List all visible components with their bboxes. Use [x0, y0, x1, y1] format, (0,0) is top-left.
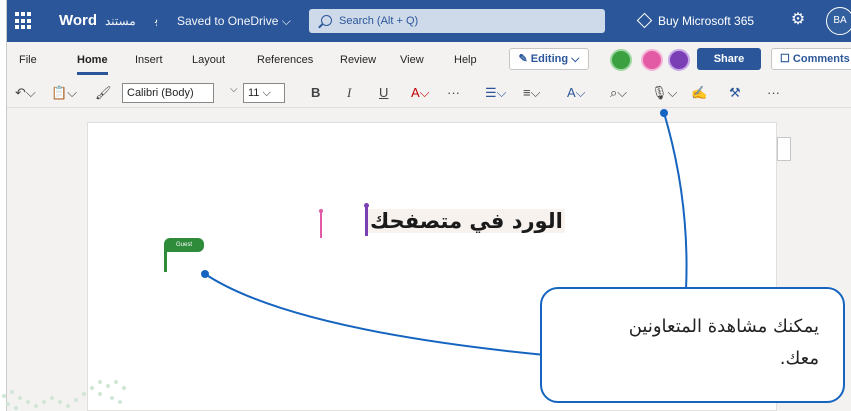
editing-mode-button[interactable]: ✎ Editing ⌵: [509, 48, 589, 70]
designer-icon[interactable]: ⚒: [729, 84, 741, 102]
diamond-icon: [636, 12, 653, 29]
chevron-down-icon[interactable]: ⌵: [230, 84, 238, 95]
search-box[interactable]: Search (Alt + Q): [309, 9, 605, 33]
tab-insert[interactable]: Insert: [135, 54, 163, 66]
comments-button[interactable]: ☐ Comments: [771, 48, 851, 70]
font-name-field[interactable]: Calibri (Body): [122, 83, 214, 103]
microphone-icon[interactable]: 🎙⌵: [651, 84, 677, 102]
search-placeholder: Search (Alt + Q): [339, 15, 419, 27]
align-button[interactable]: ≡⌵: [523, 84, 540, 102]
coauthoring-icon: ﭔ: [155, 14, 159, 26]
title-bar: Word مستند ﭔ Saved to OneDrive ⌵ Search …: [7, 0, 851, 42]
more-options-button[interactable]: ···: [767, 84, 780, 102]
tab-help[interactable]: Help: [454, 54, 477, 66]
tab-references[interactable]: References: [257, 54, 313, 66]
underline-button[interactable]: U: [379, 84, 388, 102]
avatar[interactable]: BA: [826, 7, 851, 35]
styles-button[interactable]: A⌵: [567, 84, 586, 102]
coauthor-avatar-pink[interactable]: [641, 49, 663, 71]
tab-layout[interactable]: Layout: [192, 54, 225, 66]
tab-file[interactable]: File: [19, 54, 37, 66]
save-status[interactable]: Saved to OneDrive ⌵: [177, 14, 291, 29]
search-icon: [321, 15, 332, 26]
page-scroll-marker[interactable]: [777, 137, 791, 161]
document-name[interactable]: مستند: [105, 14, 136, 28]
callout-text-line-2: معك.: [779, 348, 819, 369]
undo-icon[interactable]: ↶⌵: [15, 84, 36, 102]
share-button[interactable]: Share: [697, 48, 761, 70]
format-painter-icon[interactable]: 🖌: [95, 84, 112, 102]
collaborator-cursor-pink: [319, 209, 323, 238]
font-color-button[interactable]: A⌵: [411, 84, 430, 102]
buy-microsoft-365-link[interactable]: Buy Microsoft 365: [636, 12, 755, 29]
find-icon[interactable]: ⌕⌵: [610, 84, 627, 102]
app-launcher-icon[interactable]: [15, 12, 33, 30]
app-name: Word: [59, 12, 98, 29]
font-size-field[interactable]: 11 ⌵: [243, 83, 285, 103]
italic-button[interactable]: I: [347, 84, 351, 102]
more-font-options-button[interactable]: ···: [447, 84, 460, 102]
callout-text-line-1: يمكنك مشاهدة المتعاونين: [628, 316, 819, 337]
coauthor-avatar-green[interactable]: [610, 49, 632, 71]
document-text[interactable]: الورد في متصفحك: [368, 209, 565, 233]
editor-icon[interactable]: ✍: [691, 84, 707, 102]
tab-view[interactable]: View: [400, 54, 424, 66]
tab-review[interactable]: Review: [340, 54, 376, 66]
guest-cursor-label: Guest: [164, 238, 204, 252]
tab-home[interactable]: Home: [77, 54, 108, 75]
buy-label: Buy Microsoft 365: [658, 14, 755, 28]
guest-cursor: [164, 250, 167, 272]
bold-button[interactable]: B: [311, 84, 320, 102]
ribbon-tabs: File Home Insert Layout References Revie…: [7, 42, 851, 78]
callout-box: يمكنك مشاهدة المتعاونين معك.: [540, 287, 845, 403]
decorative-dots: [2, 380, 126, 410]
bullets-button[interactable]: ☰⌵: [485, 84, 507, 102]
gear-icon[interactable]: ⚙: [789, 11, 807, 29]
ribbon-toolbar: ↶⌵ 📋⌵ 🖌 Calibri (Body) ⌵ 11 ⌵ B I U A⌵ ·…: [7, 78, 851, 108]
clipboard-icon[interactable]: 📋⌵: [51, 84, 77, 102]
coauthor-avatar-purple[interactable]: [668, 49, 690, 71]
